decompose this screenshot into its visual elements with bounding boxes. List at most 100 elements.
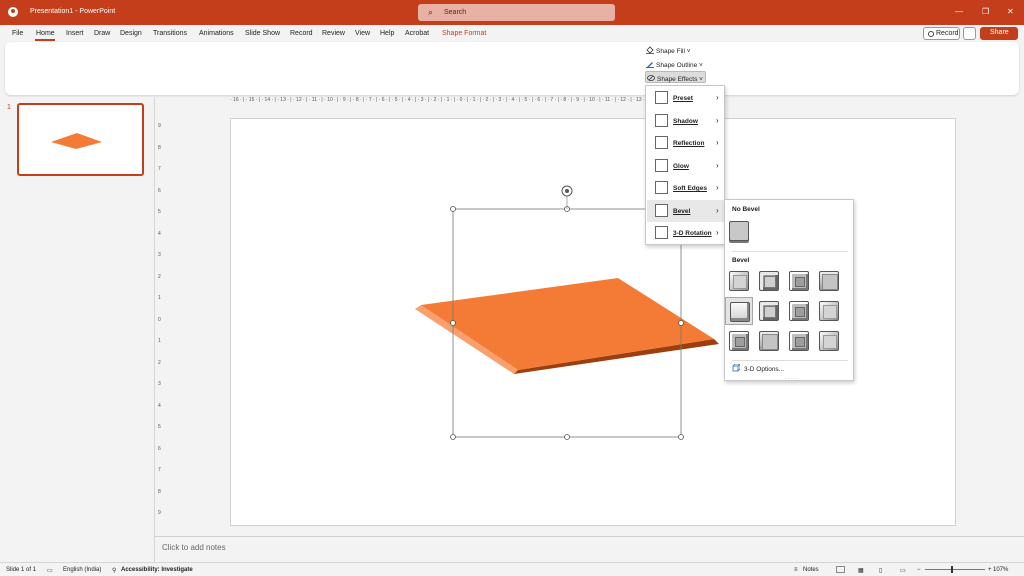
shape-effects-label-wrap: Shape Effects ˅ <box>647 74 703 83</box>
menu-item-soft-edges[interactable]: Soft Edges › <box>647 177 725 199</box>
tab-help[interactable]: Help <box>380 30 394 37</box>
bevel-option[interactable] <box>725 327 753 355</box>
active-tab-indicator <box>35 39 55 41</box>
tab-home[interactable]: Home <box>36 30 55 37</box>
notes-pane[interactable]: Click to add notes <box>155 536 1024 560</box>
menu-item-3-d-rotation[interactable]: 3-D Rotation › <box>647 222 725 244</box>
shape-effects-menu: Preset › Shadow › Reflection › Glow › Soft Edges… <box>645 85 725 245</box>
tab-record[interactable]: Record <box>290 30 313 37</box>
tab-review[interactable]: Review <box>322 30 345 37</box>
bevel-preset-icon <box>759 301 779 321</box>
bevel-preset-icon <box>819 301 839 321</box>
menu-bar: File Home Insert Draw Design Transitions… <box>0 25 1024 42</box>
bevel-submenu: No Bevel Bevel 3-D Options... ····· <box>724 199 854 382</box>
bevel-option[interactable] <box>815 267 843 295</box>
bevel-option[interactable] <box>815 327 843 355</box>
menu-item-bevel[interactable]: Bevel › <box>647 199 725 222</box>
tab-file[interactable]: File <box>12 30 23 37</box>
close-button[interactable]: ✕ <box>1007 7 1014 16</box>
zoom-out-button[interactable]: − <box>917 567 921 573</box>
reading-view-icon[interactable]: ▯ <box>879 567 882 574</box>
minimize-button[interactable]: — <box>955 7 963 16</box>
tab-design[interactable]: Design <box>120 30 142 37</box>
tab-animations[interactable]: Animations <box>199 30 234 37</box>
normal-view-icon[interactable] <box>836 566 845 573</box>
bevel-option[interactable] <box>725 267 753 295</box>
menu-item-preset[interactable]: Preset › <box>647 87 725 109</box>
record-icon <box>928 31 934 37</box>
vertical-ruler-label: 9 <box>158 123 161 129</box>
zoom-level[interactable]: 107% <box>993 567 1008 573</box>
orange-parallelogram-shape <box>421 278 714 370</box>
vertical-ruler-label: 3 <box>158 252 161 258</box>
tab-acrobat[interactable]: Acrobat <box>405 30 429 37</box>
share-button-label: Share <box>990 29 1009 36</box>
notes-icon: ≡ <box>794 567 798 573</box>
bevel-option[interactable] <box>755 297 783 325</box>
vertical-ruler-label: 9 <box>158 510 161 516</box>
menu-item-glow[interactable]: Glow › <box>647 155 725 177</box>
search-box[interactable]: ⌕ Search <box>418 4 615 21</box>
bevel-option[interactable] <box>755 327 783 355</box>
3d-options-label: 3-D Options... <box>744 366 785 373</box>
tab-draw[interactable]: Draw <box>94 30 110 37</box>
bevel-option[interactable] <box>785 267 813 295</box>
bevel-preset-icon <box>789 271 809 291</box>
3d-options-button[interactable]: 3-D Options... <box>732 364 784 373</box>
shape-outline-label: Shape Outline ˅ <box>656 62 703 69</box>
menu-item-label: Bevel <box>673 207 691 215</box>
menu-item-label: Glow <box>673 162 689 170</box>
zoom-slider[interactable] <box>925 569 985 570</box>
shape-fill-label: Shape Fill ˅ <box>656 48 691 55</box>
glow-icon <box>655 158 668 172</box>
slideshow-icon[interactable]: ▭ <box>900 567 906 574</box>
preset-icon <box>655 91 668 104</box>
record-button-label: Record <box>936 30 959 37</box>
tab-view[interactable]: View <box>355 30 370 37</box>
bevel-option[interactable] <box>725 297 753 325</box>
tab-shape-format[interactable]: Shape Format <box>442 30 486 37</box>
spellcheck-icon[interactable]: ▭ <box>47 567 53 574</box>
chevron-right-icon: › <box>716 160 719 170</box>
resize-grip-icon[interactable]: ····· <box>785 376 798 382</box>
shape-outline-button[interactable]: Shape Outline ˅ <box>646 60 703 69</box>
slide-count: Slide 1 of 1 <box>6 567 37 573</box>
horizontal-ruler: · 16 · | · 15 · | · 14 · | · 13 · | · 12… <box>230 97 692 103</box>
vertical-ruler-label: 7 <box>158 467 161 473</box>
record-button[interactable]: Record <box>923 27 960 40</box>
vertical-ruler-label: 8 <box>158 144 161 151</box>
slide-sorter-icon[interactable]: ▦ <box>858 567 864 574</box>
vertical-ruler-label: 0 <box>158 316 161 323</box>
bevel-option[interactable] <box>785 297 813 325</box>
tab-slide-show[interactable]: Slide Show <box>245 30 280 37</box>
share-button[interactable]: Share <box>980 27 1018 40</box>
chevron-right-icon: › <box>716 228 719 237</box>
vertical-ruler-label: 5 <box>158 209 161 215</box>
notes-toggle-button[interactable]: Notes <box>803 567 819 573</box>
slide-thumbnail[interactable] <box>17 103 144 176</box>
bevel-preset-icon <box>759 271 779 291</box>
tab-insert[interactable]: Insert <box>66 30 84 37</box>
shape-fill-button[interactable]: Shape Fill ˅ <box>646 46 691 55</box>
zoom-in-button[interactable]: + <box>988 567 992 573</box>
menu-item-label: Preset <box>673 95 693 102</box>
status-bar: Slide 1 of 1 ▭ English (India) ⚲ Accessi… <box>0 562 1024 576</box>
vertical-ruler: 9 8 7 6 5 4 3 2 1 0 1 2 3 4 5 6 7 8 9 <box>158 118 164 526</box>
zoom-slider-thumb[interactable] <box>951 566 953 573</box>
language-indicator[interactable]: English (India) <box>63 567 101 573</box>
chevron-right-icon: › <box>716 115 719 125</box>
menu-item-shadow[interactable]: Shadow › <box>647 110 725 132</box>
tab-transitions[interactable]: Transitions <box>153 30 187 37</box>
menu-item-reflection[interactable]: Reflection › <box>647 132 725 154</box>
bevel-preset-icon <box>759 331 779 351</box>
bevel-option[interactable] <box>815 297 843 325</box>
bevel-option[interactable] <box>785 327 813 355</box>
comments-button[interactable] <box>963 27 976 40</box>
restore-button[interactable]: ❐ <box>982 7 989 16</box>
menu-item-label: Reflection <box>673 140 705 147</box>
bevel-option[interactable] <box>755 267 783 295</box>
bevel-preset-icon <box>789 301 809 321</box>
no-bevel-option[interactable] <box>725 217 753 245</box>
accessibility-status[interactable]: Accessibility: Investigate <box>121 567 193 573</box>
bevel-preset-icon <box>729 331 749 351</box>
